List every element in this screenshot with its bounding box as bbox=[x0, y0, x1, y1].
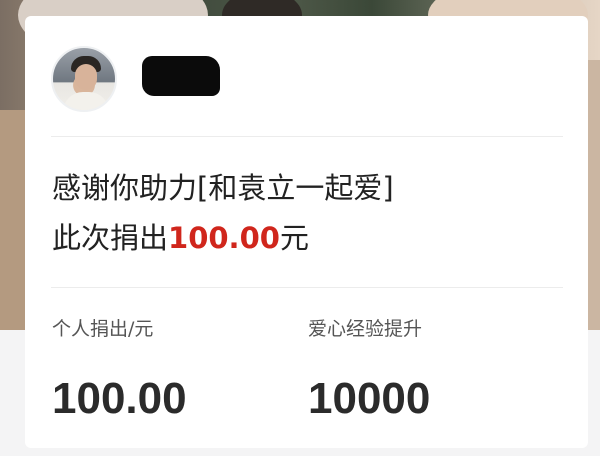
avatar[interactable] bbox=[51, 46, 117, 112]
divider bbox=[51, 287, 563, 288]
redacted-username bbox=[142, 56, 220, 96]
donation-receipt-page: 感谢你助力[和袁立一起爱] 此次捐出100.00元 个人捐出/元 100.00 … bbox=[0, 0, 600, 456]
stat-label: 个人捐出/元 bbox=[52, 318, 154, 340]
thanks-message: 感谢你助力[和袁立一起爱] bbox=[52, 171, 394, 205]
donation-card: 感谢你助力[和袁立一起爱] 此次捐出100.00元 个人捐出/元 100.00 … bbox=[25, 16, 588, 448]
stat-label: 爱心经验提升 bbox=[308, 318, 423, 340]
stat-value: 100.00 bbox=[52, 374, 187, 423]
donation-prefix: 此次捐出 bbox=[52, 221, 169, 255]
donation-amount: 100.00 bbox=[168, 221, 280, 255]
stat-value: 10000 bbox=[308, 374, 431, 423]
stat-personal-donation: 个人捐出/元 100.00 bbox=[52, 317, 187, 423]
donation-message: 此次捐出100.00元 bbox=[52, 220, 309, 256]
stat-love-experience: 爱心经验提升 10000 bbox=[308, 317, 430, 423]
divider bbox=[51, 136, 563, 137]
donation-suffix: 元 bbox=[279, 221, 309, 255]
